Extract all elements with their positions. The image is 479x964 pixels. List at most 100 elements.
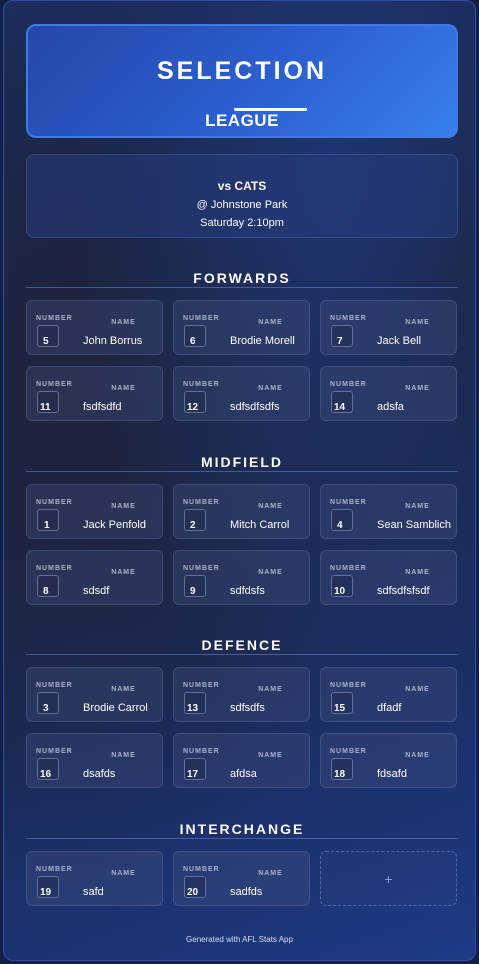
jersey-number: 5 xyxy=(43,336,49,347)
number-label: NUMBER xyxy=(330,315,367,322)
player-name: sdfsdfsdfs xyxy=(230,401,280,413)
jersey-number: 13 xyxy=(187,703,199,714)
jersey-number: 10 xyxy=(334,586,346,597)
name-label: NAME xyxy=(405,752,430,759)
add-player-slot[interactable]: + xyxy=(320,851,457,906)
header-banner: SELECTION LEAGUE xyxy=(26,24,458,138)
player-name: fsdfsdfd xyxy=(83,401,122,413)
player-card[interactable]: NUMBER 5 NAME John Borrus xyxy=(26,300,163,355)
match-info: vs CATS @ Johnstone Park Saturday 2:10pm xyxy=(26,154,458,238)
player-name: Brodie Carrol xyxy=(83,702,148,714)
name-label: NAME xyxy=(258,686,283,693)
player-name: Jack Bell xyxy=(377,335,422,347)
player-name: sdfdsfs xyxy=(230,585,265,597)
jersey-number: 2 xyxy=(190,520,196,531)
number-label: NUMBER xyxy=(183,682,220,689)
grade-label: LEAGUE xyxy=(205,111,279,130)
number-label: NUMBER xyxy=(183,499,220,506)
section-divider xyxy=(26,471,458,472)
footer-credit: Generated with AFL Stats App xyxy=(186,935,293,944)
jersey-number: 19 xyxy=(40,887,52,898)
plus-icon: + xyxy=(384,871,393,887)
player-card[interactable]: NUMBER 14 NAME adsfa xyxy=(320,366,457,421)
player-card[interactable]: NUMBER 1 NAME Jack Penfold xyxy=(26,484,163,539)
player-card[interactable]: NUMBER 17 NAME afdsa xyxy=(173,733,310,788)
player-card[interactable]: NUMBER 18 NAME fdsafd xyxy=(320,733,457,788)
player-card[interactable]: NUMBER 9 NAME sdfdsfs xyxy=(173,550,310,605)
player-card[interactable]: NUMBER 7 NAME Jack Bell xyxy=(320,300,457,355)
player-card[interactable]: NUMBER 11 NAME fsdfsdfd xyxy=(26,366,163,421)
name-label: NAME xyxy=(111,752,136,759)
name-label: NAME xyxy=(405,686,430,693)
number-label: NUMBER xyxy=(183,748,220,755)
section-divider xyxy=(26,654,458,655)
section-title-defence: DEFENCE xyxy=(201,637,283,653)
number-label: NUMBER xyxy=(36,499,73,506)
name-label: NAME xyxy=(111,870,136,877)
player-name: safd xyxy=(83,886,104,898)
player-name: Jack Penfold xyxy=(83,519,146,531)
number-label: NUMBER xyxy=(330,381,367,388)
player-card[interactable]: NUMBER 20 NAME sadfds xyxy=(173,851,310,906)
name-label: NAME xyxy=(405,385,430,392)
jersey-number: 7 xyxy=(337,336,343,347)
name-label: NAME xyxy=(405,569,430,576)
player-card[interactable]: NUMBER 19 NAME safd xyxy=(26,851,163,906)
player-name: fdsafd xyxy=(377,768,407,780)
player-card[interactable]: NUMBER 2 NAME Mitch Carrol xyxy=(173,484,310,539)
player-card[interactable]: NUMBER 15 NAME dfadf xyxy=(320,667,457,722)
name-label: NAME xyxy=(258,870,283,877)
player-name: Mitch Carrol xyxy=(230,519,290,531)
player-card[interactable]: NUMBER 3 NAME Brodie Carrol xyxy=(26,667,163,722)
number-label: NUMBER xyxy=(36,565,73,572)
name-label: NAME xyxy=(405,503,430,510)
name-label: NAME xyxy=(111,385,136,392)
jersey-number: 6 xyxy=(190,336,196,347)
player-card[interactable]: NUMBER 13 NAME sdfsdfs xyxy=(173,667,310,722)
number-label: NUMBER xyxy=(330,499,367,506)
player-card[interactable]: NUMBER 10 NAME sdfsdfsfsdf xyxy=(320,550,457,605)
player-card[interactable]: NUMBER 4 NAME Sean Samblich xyxy=(320,484,457,539)
player-name: sdsdf xyxy=(83,585,110,597)
player-name: dsafds xyxy=(83,768,116,780)
section-title-interchange: INTERCHANGE xyxy=(179,821,305,837)
player-card[interactable]: NUMBER 6 NAME Brodie Morell xyxy=(173,300,310,355)
number-label: NUMBER xyxy=(36,748,73,755)
section-title-forwards: FORWARDS xyxy=(193,270,291,286)
player-name: Sean Samblich xyxy=(377,519,451,531)
section-divider xyxy=(26,838,458,839)
name-label: NAME xyxy=(111,569,136,576)
jersey-number: 4 xyxy=(337,520,343,531)
number-label: NUMBER xyxy=(36,866,73,873)
jersey-number: 20 xyxy=(187,887,199,898)
number-label: NUMBER xyxy=(330,682,367,689)
player-card[interactable]: NUMBER 16 NAME dsafds xyxy=(26,733,163,788)
name-label: NAME xyxy=(258,319,283,326)
page-title: SELECTION xyxy=(156,57,328,85)
player-card[interactable]: NUMBER 12 NAME sdfsdfsdfs xyxy=(173,366,310,421)
number-label: NUMBER xyxy=(183,381,220,388)
match-time: Saturday 2:10pm xyxy=(200,217,284,229)
number-label: NUMBER xyxy=(183,315,220,322)
jersey-number: 1 xyxy=(44,520,50,531)
jersey-number: 16 xyxy=(40,769,52,780)
jersey-number: 12 xyxy=(187,402,199,413)
number-label: NUMBER xyxy=(330,565,367,572)
number-label: NUMBER xyxy=(36,315,73,322)
jersey-number: 15 xyxy=(334,703,346,714)
name-label: NAME xyxy=(111,686,136,693)
jersey-number: 17 xyxy=(187,769,199,780)
player-name: sdfsdfs xyxy=(230,702,265,714)
opponent: vs CATS xyxy=(217,179,267,193)
player-name: afdsa xyxy=(230,768,257,780)
name-label: NAME xyxy=(405,319,430,326)
selection-sheet xyxy=(3,0,476,961)
jersey-number: 14 xyxy=(334,402,346,413)
jersey-number: 8 xyxy=(43,586,49,597)
player-card[interactable]: NUMBER 8 NAME sdsdf xyxy=(26,550,163,605)
number-label: NUMBER xyxy=(183,565,220,572)
venue: @ Johnstone Park xyxy=(196,199,288,211)
player-name: sadfds xyxy=(230,886,263,898)
name-label: NAME xyxy=(258,569,283,576)
name-label: NAME xyxy=(258,503,283,510)
